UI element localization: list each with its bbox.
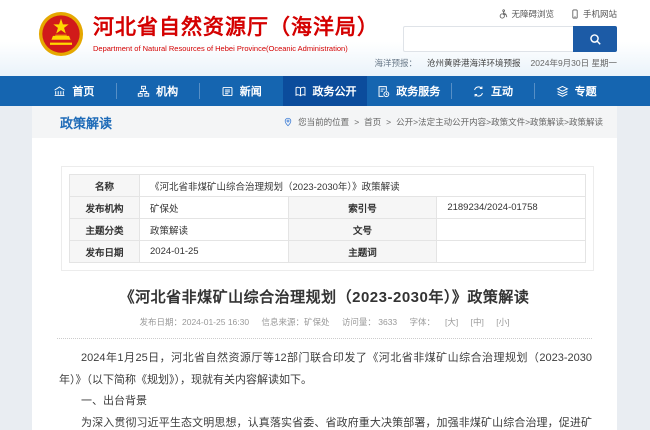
paragraph: 为深入贯彻习近平生态文明思想，认真落实省委、省政府重大决策部署，加强非煤矿山综合… (59, 413, 592, 430)
section-title: 政策解读 (60, 113, 112, 132)
document-info-table: 名称 《河北省非煤矿山综合治理规划（2023-2030年）》政策解读 发布机构 … (69, 174, 586, 263)
page: 河北省自然资源厅（海洋局） Department of Natural Reso… (0, 0, 650, 430)
location-pin-icon (283, 117, 293, 127)
phone-icon (570, 9, 580, 19)
agency-value: 矿保处 (140, 197, 289, 219)
search-button[interactable] (573, 26, 617, 52)
breadcrumb-band: 政策解读 您当前的位置 > 首页 > 公开>法定主动公开内容>政策文件>政策解读… (32, 106, 617, 138)
font-size-label: 字体： (410, 317, 436, 327)
date-value: 2024-01-25 (140, 241, 289, 263)
layers-icon (556, 85, 569, 98)
site-subtitle: Department of Natural Resources of Hebei… (93, 44, 379, 53)
table-row: 名称 《河北省非煤矿山综合治理规划（2023-2030年）》政策解读 (70, 175, 586, 197)
accessibility-link[interactable]: 无障碍浏览 (498, 8, 554, 20)
keyword-value (437, 241, 586, 263)
keyword-label: 主题词 (288, 241, 437, 263)
date-label: 发布日期 (70, 241, 140, 263)
forecast-link[interactable]: 沧州黄骅港海洋环境预报 (427, 57, 521, 69)
article-title: 《河北省非煤矿山综合治理规划（2023-2030年）》政策解读 (32, 286, 617, 307)
header-utilities: 无障碍浏览 手机网站 (498, 8, 617, 20)
nav-label: 机构 (156, 83, 178, 99)
name-value: 《河北省非煤矿山综合治理规划（2023-2030年）》政策解读 (140, 175, 586, 197)
crumb-home[interactable]: 首页 (364, 116, 381, 128)
search-bar (403, 26, 617, 52)
font-size-small-button[interactable]: [小] (496, 317, 509, 327)
crumb-separator: > (386, 117, 391, 127)
font-size-medium-button[interactable]: [中] (471, 317, 484, 327)
breadcrumb: 您当前的位置 > 首页 > 公开>法定主动公开内容>政策文件>政策解读>政策解读 (283, 116, 603, 128)
nav-item-interact[interactable]: 互动 (451, 76, 535, 106)
docnum-value (437, 219, 586, 241)
info-source: 信息来源：矿保处 (261, 317, 329, 327)
site-title: 河北省自然资源厅（海洋局） (93, 15, 379, 41)
mobile-site-label: 手机网站 (583, 8, 617, 20)
font-size-large-button[interactable]: [大] (445, 317, 458, 327)
nav-label: 专题 (575, 83, 597, 99)
index-value: 2189234/2024-01758 (437, 197, 586, 219)
name-label: 名称 (70, 175, 140, 197)
header-datetime: 2024年9月30日 星期一 (531, 57, 617, 69)
category-value: 政策解读 (140, 219, 289, 241)
article-meta: 发布日期：2024-01-25 16:30 信息来源：矿保处 访问量： 3633… (32, 316, 617, 328)
national-emblem-icon (38, 11, 84, 57)
nav-label: 政务公开 (313, 83, 357, 99)
main-nav: 首页 机构 新闻 政务公开 政务服务 (0, 76, 650, 106)
site-header: 河北省自然资源厅（海洋局） Department of Natural Reso… (0, 0, 650, 76)
interact-icon (472, 85, 485, 98)
docnum-label: 文号 (288, 219, 437, 241)
ocean-forecast-ticker: 海洋预报： 沧州黄骅港海洋环境预报 2024年9月30日 星期一 (375, 57, 618, 69)
nav-item-home[interactable]: 首页 (32, 76, 116, 106)
nav-item-gov-services[interactable]: 政务服务 (367, 76, 451, 106)
nav-item-news[interactable]: 新闻 (199, 76, 283, 106)
crumb-separator: > (354, 117, 359, 127)
document-info-card: 名称 《河北省非煤矿山综合治理规划（2023-2030年）》政策解读 发布机构 … (61, 166, 594, 271)
table-row: 发布机构 矿保处 索引号 2189234/2024-01758 (70, 197, 586, 219)
search-input[interactable] (403, 26, 573, 52)
nav-item-topics[interactable]: 专题 (534, 76, 618, 106)
news-icon (221, 85, 234, 98)
wheelchair-icon (498, 9, 508, 19)
agency-label: 发布机构 (70, 197, 140, 219)
category-label: 主题分类 (70, 219, 140, 241)
search-icon (589, 33, 602, 46)
site-brand: 河北省自然资源厅（海洋局） Department of Natural Reso… (38, 11, 379, 57)
nav-item-org[interactable]: 机构 (116, 76, 200, 106)
brand-text: 河北省自然资源厅（海洋局） Department of Natural Reso… (93, 15, 379, 53)
paragraph-heading: 一、出台背景 (59, 391, 592, 413)
nav-label: 首页 (72, 83, 94, 99)
publish-date: 发布日期：2024-01-25 16:30 (139, 317, 249, 327)
crumb-path[interactable]: 公开>法定主动公开内容>政策文件>政策解读>政策解读 (396, 116, 603, 128)
table-row: 主题分类 政策解读 文号 (70, 219, 586, 241)
location-label: 您当前的位置 (298, 116, 349, 128)
org-icon (137, 85, 150, 98)
forecast-label: 海洋预报： (375, 57, 418, 69)
nav-label: 互动 (491, 83, 513, 99)
nav-label: 政务服务 (396, 83, 440, 99)
doc-clock-icon (377, 85, 390, 98)
view-count: 访问量： 3633 (342, 317, 397, 327)
nav-label: 新闻 (240, 83, 262, 99)
home-icon (53, 85, 66, 98)
table-row: 发布日期 2024-01-25 主题词 (70, 241, 586, 263)
nav-item-gov-disclosure[interactable]: 政务公开 (283, 76, 367, 106)
paragraph: 2024年1月25日，河北省自然资源厅等12部门联合印发了《河北省非煤矿山综合治… (59, 348, 592, 391)
article-body: 2024年1月25日，河北省自然资源厅等12部门联合印发了《河北省非煤矿山综合治… (32, 339, 617, 430)
mobile-site-link[interactable]: 手机网站 (570, 8, 617, 20)
open-book-icon (294, 85, 307, 98)
main-content: 政策解读 您当前的位置 > 首页 > 公开>法定主动公开内容>政策文件>政策解读… (32, 106, 617, 430)
index-label: 索引号 (288, 197, 437, 219)
accessibility-label: 无障碍浏览 (511, 8, 554, 20)
